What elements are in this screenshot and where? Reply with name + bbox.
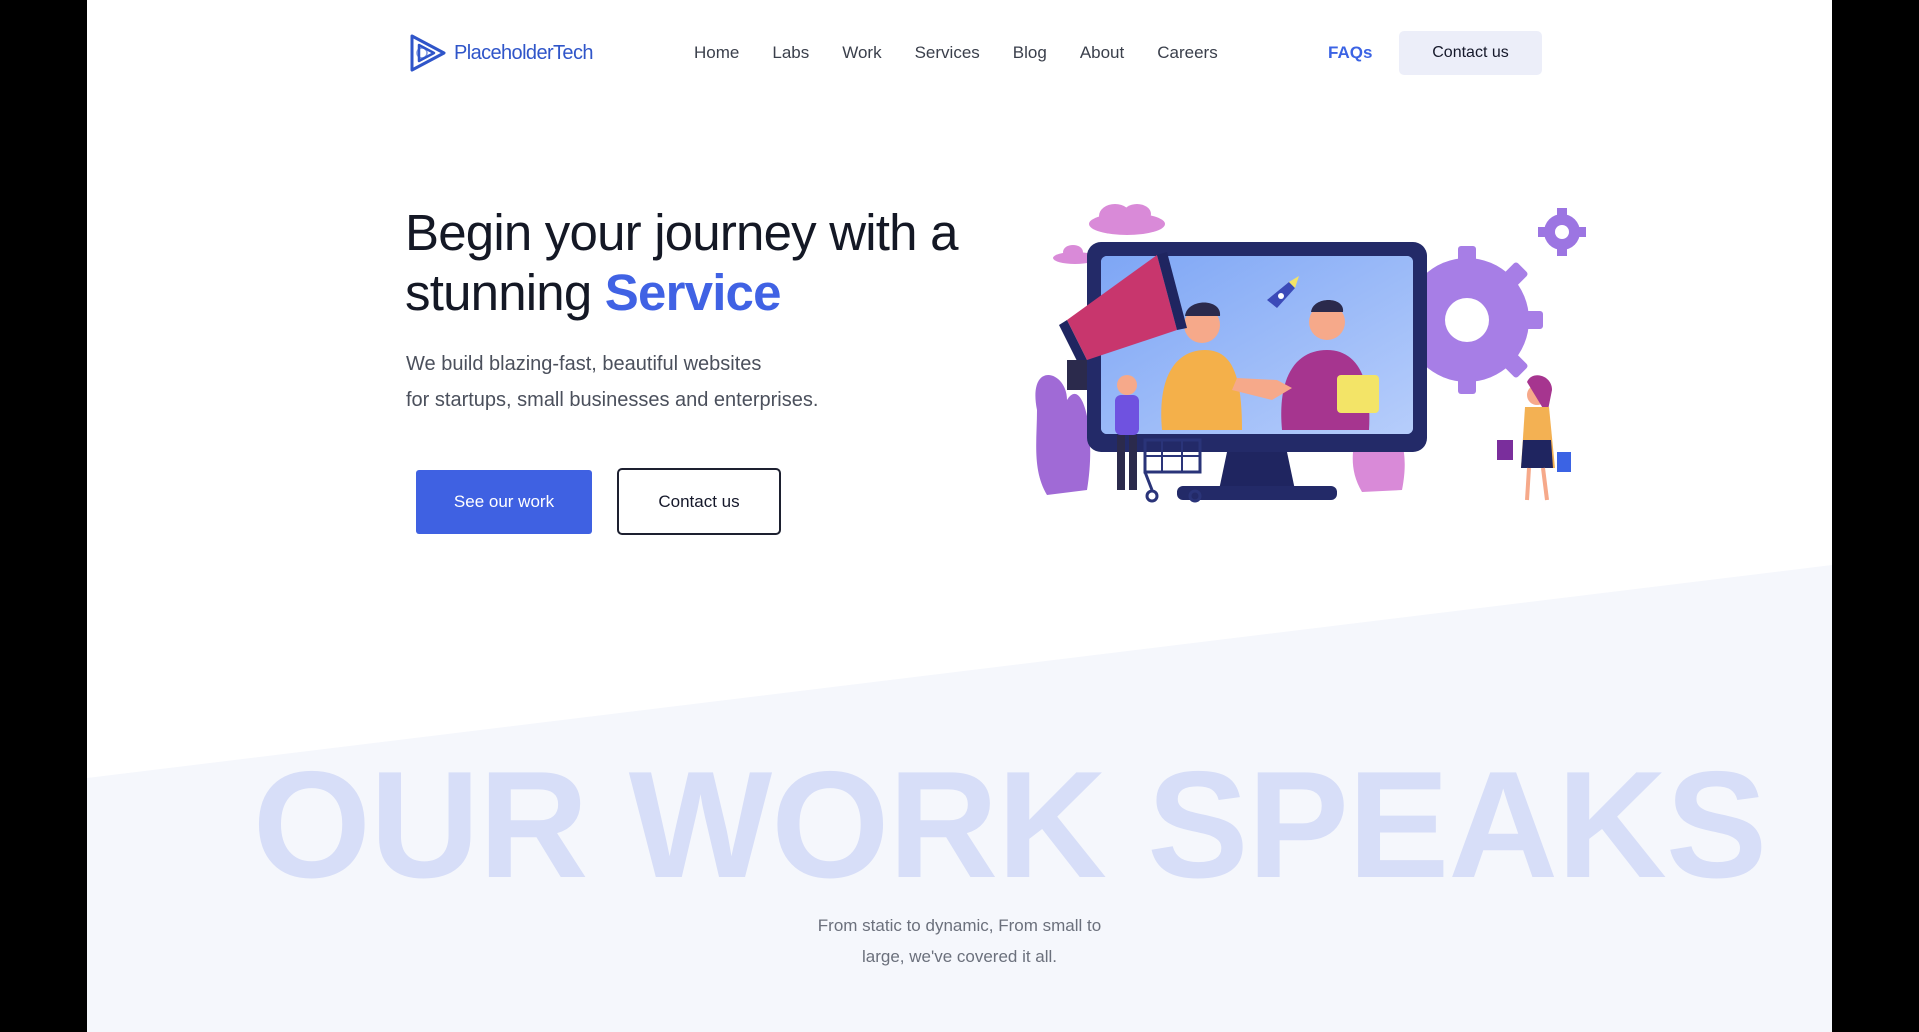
plant-icon <box>1035 375 1091 495</box>
hero-title-highlight: Service <box>604 264 782 321</box>
person-shopper-icon <box>1497 375 1571 501</box>
hero-title-line2: stunning <box>405 264 605 321</box>
nav-item-careers[interactable]: Careers <box>1157 41 1217 65</box>
main-nav: Home Labs Work Services Blog About Caree… <box>694 41 1218 65</box>
nav-item-about[interactable]: About <box>1080 41 1124 65</box>
small-gear-icon <box>1538 208 1586 256</box>
header-contact-button[interactable]: Contact us <box>1399 31 1542 75</box>
hero-contact-button[interactable]: Contact us <box>617 468 781 535</box>
logo[interactable]: PlaceholderTech <box>408 31 593 75</box>
nav-item-blog[interactable]: Blog <box>1013 41 1047 65</box>
hero-subtitle: We build blazing-fast, beautiful website… <box>406 346 926 418</box>
work-subtitle-line1: From static to dynamic, From small to <box>817 916 1102 935</box>
see-our-work-button[interactable]: See our work <box>416 470 592 534</box>
hero-subtitle-line1: We build blazing-fast, beautiful website… <box>406 353 762 375</box>
business-handshake-illustration <box>1035 204 1586 503</box>
nav-item-work[interactable]: Work <box>842 41 881 65</box>
site-header: PlaceholderTech Home Labs Work Services … <box>87 0 1832 106</box>
hero-title-line1: Begin your journey with a <box>405 204 958 261</box>
work-section-subtitle: From static to dynamic, From small to la… <box>87 910 1832 972</box>
faqs-link[interactable]: FAQs <box>1328 41 1372 65</box>
hero-subtitle-line2: for startups, small businesses and enter… <box>406 389 819 411</box>
work-subtitle-line2: large, we've covered it all. <box>861 947 1058 966</box>
hero-title: Begin your journey with a stunning Servi… <box>405 203 1045 323</box>
nav-item-labs[interactable]: Labs <box>772 41 809 65</box>
work-section-heading: OUR WORK SPEAKS <box>252 740 1768 910</box>
logo-text: PlaceholderTech <box>454 41 593 64</box>
page: PlaceholderTech Home Labs Work Services … <box>87 0 1832 1032</box>
play-logo-icon <box>410 34 446 72</box>
nav-item-home[interactable]: Home <box>694 41 739 65</box>
nav-item-services[interactable]: Services <box>915 41 980 65</box>
